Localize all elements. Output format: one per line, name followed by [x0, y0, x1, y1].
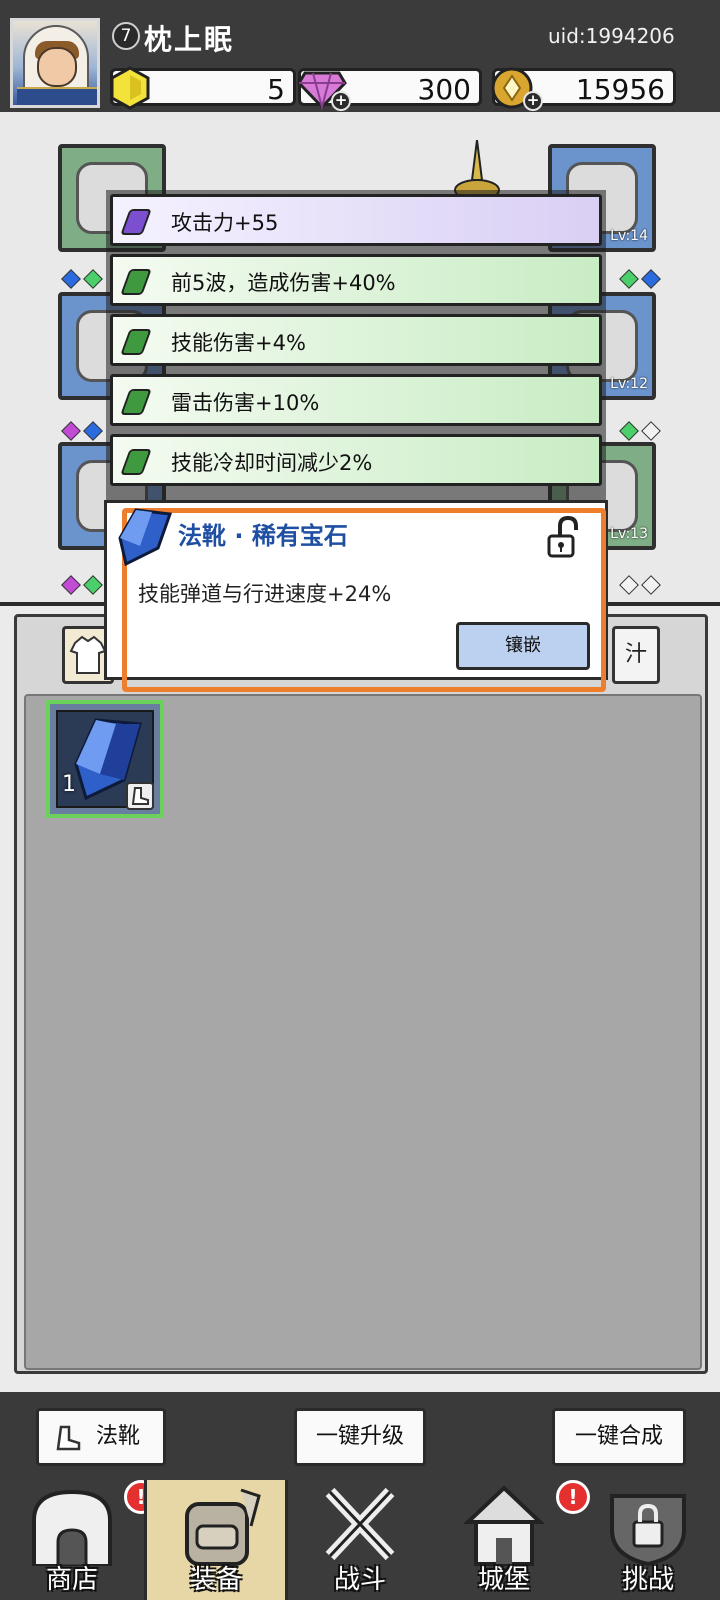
boot-tag-icon — [126, 782, 154, 810]
gem-bonus-row: 攻击力+55 — [110, 194, 602, 246]
nav-battle[interactable]: 战斗 — [288, 1480, 432, 1600]
filter-tab-right[interactable]: 汁 — [612, 626, 660, 684]
purple-gem-icon — [120, 209, 152, 235]
nav-castle[interactable]: 城堡 — [432, 1480, 576, 1600]
gem-bonus-text: 技能冷却时间减少2% — [171, 451, 373, 475]
player-uid: uid:1994206 — [548, 24, 675, 48]
backpack-icon — [185, 1488, 261, 1566]
boot-icon — [56, 1425, 81, 1451]
one-click-merge-button[interactable]: 一键合成 — [552, 1408, 686, 1466]
gem-bonus-text: 攻击力+55 — [171, 211, 279, 235]
gem-popup-description: 技能弹道与行进速度+24% — [138, 582, 392, 606]
player-name: 枕上眠 — [144, 23, 235, 56]
gem-bonus-text: 前5波，造成伤害+40% — [171, 271, 396, 295]
nav-shop-label: 商店 — [45, 1565, 98, 1595]
nav-equipment-label: 装备 — [189, 1565, 242, 1595]
gem-bonus-row: 雷击伤害+10% — [110, 374, 602, 426]
coin-resource: + 15956 — [491, 67, 676, 111]
nav-castle-label: 城堡 — [477, 1565, 530, 1595]
green-gem-icon — [120, 269, 152, 295]
blue-gem-icon — [118, 508, 172, 566]
boots-filter-label: 法靴 — [95, 1424, 140, 1449]
inlay-button[interactable]: 镶嵌 — [456, 622, 590, 670]
nav-equipment[interactable]: 装备 — [144, 1480, 288, 1600]
green-gem-icon — [120, 329, 152, 355]
green-gem-icon — [120, 389, 152, 415]
nav-challenge-label: 挑战 — [621, 1565, 674, 1595]
add-coins-button[interactable]: + — [523, 91, 543, 111]
gold-value: 5 — [267, 73, 285, 106]
gem-bonus-row: 技能伤害+4% — [110, 314, 602, 366]
gold-resource: 5 — [110, 66, 296, 110]
add-gems-button[interactable]: + — [331, 91, 351, 111]
one-click-upgrade-button[interactable]: 一键升级 — [294, 1408, 426, 1466]
gem-resource: + 300 — [297, 68, 482, 111]
nav-battle-label: 战斗 — [333, 1565, 386, 1595]
gem-bonus-row: 前5波，造成伤害+40% — [110, 254, 602, 306]
castle-icon — [462, 1486, 546, 1566]
gem-bonus-text: 雷击伤害+10% — [171, 391, 320, 415]
item-count: 1 — [62, 772, 76, 797]
player-avatar[interactable] — [10, 18, 100, 108]
equip-level-label: Lv:12 — [610, 376, 648, 392]
equip-level-label: Lv:13 — [610, 526, 648, 542]
gems-value: 300 — [417, 73, 471, 106]
gem-popup-title: 法靴 · 稀有宝石 — [178, 522, 348, 550]
gem-bonus-text: 技能伤害+4% — [171, 331, 306, 355]
gem-bonus-row: 技能冷却时间减少2% — [110, 434, 602, 486]
gold-hexagon-icon — [110, 66, 150, 110]
nav-shop[interactable]: 商店 — [0, 1480, 144, 1600]
gem-bonus-list: 攻击力+55 前5波，造成伤害+40% 技能伤害+4% 雷击伤害+10% 技能冷… — [106, 190, 606, 500]
crossed-swords-icon — [325, 1487, 395, 1561]
coins-value: 15956 — [575, 73, 665, 106]
player-level-badge: 7 — [112, 22, 140, 50]
unlock-icon[interactable] — [546, 516, 580, 560]
locked-shield-icon — [610, 1494, 686, 1566]
nav-challenge[interactable]: 挑战 — [576, 1480, 720, 1600]
equip-level-label: Lv:14 — [610, 228, 648, 244]
green-gem-icon — [120, 449, 152, 475]
shop-icon — [32, 1489, 112, 1566]
boots-filter-button[interactable]: 法靴 — [36, 1408, 166, 1466]
